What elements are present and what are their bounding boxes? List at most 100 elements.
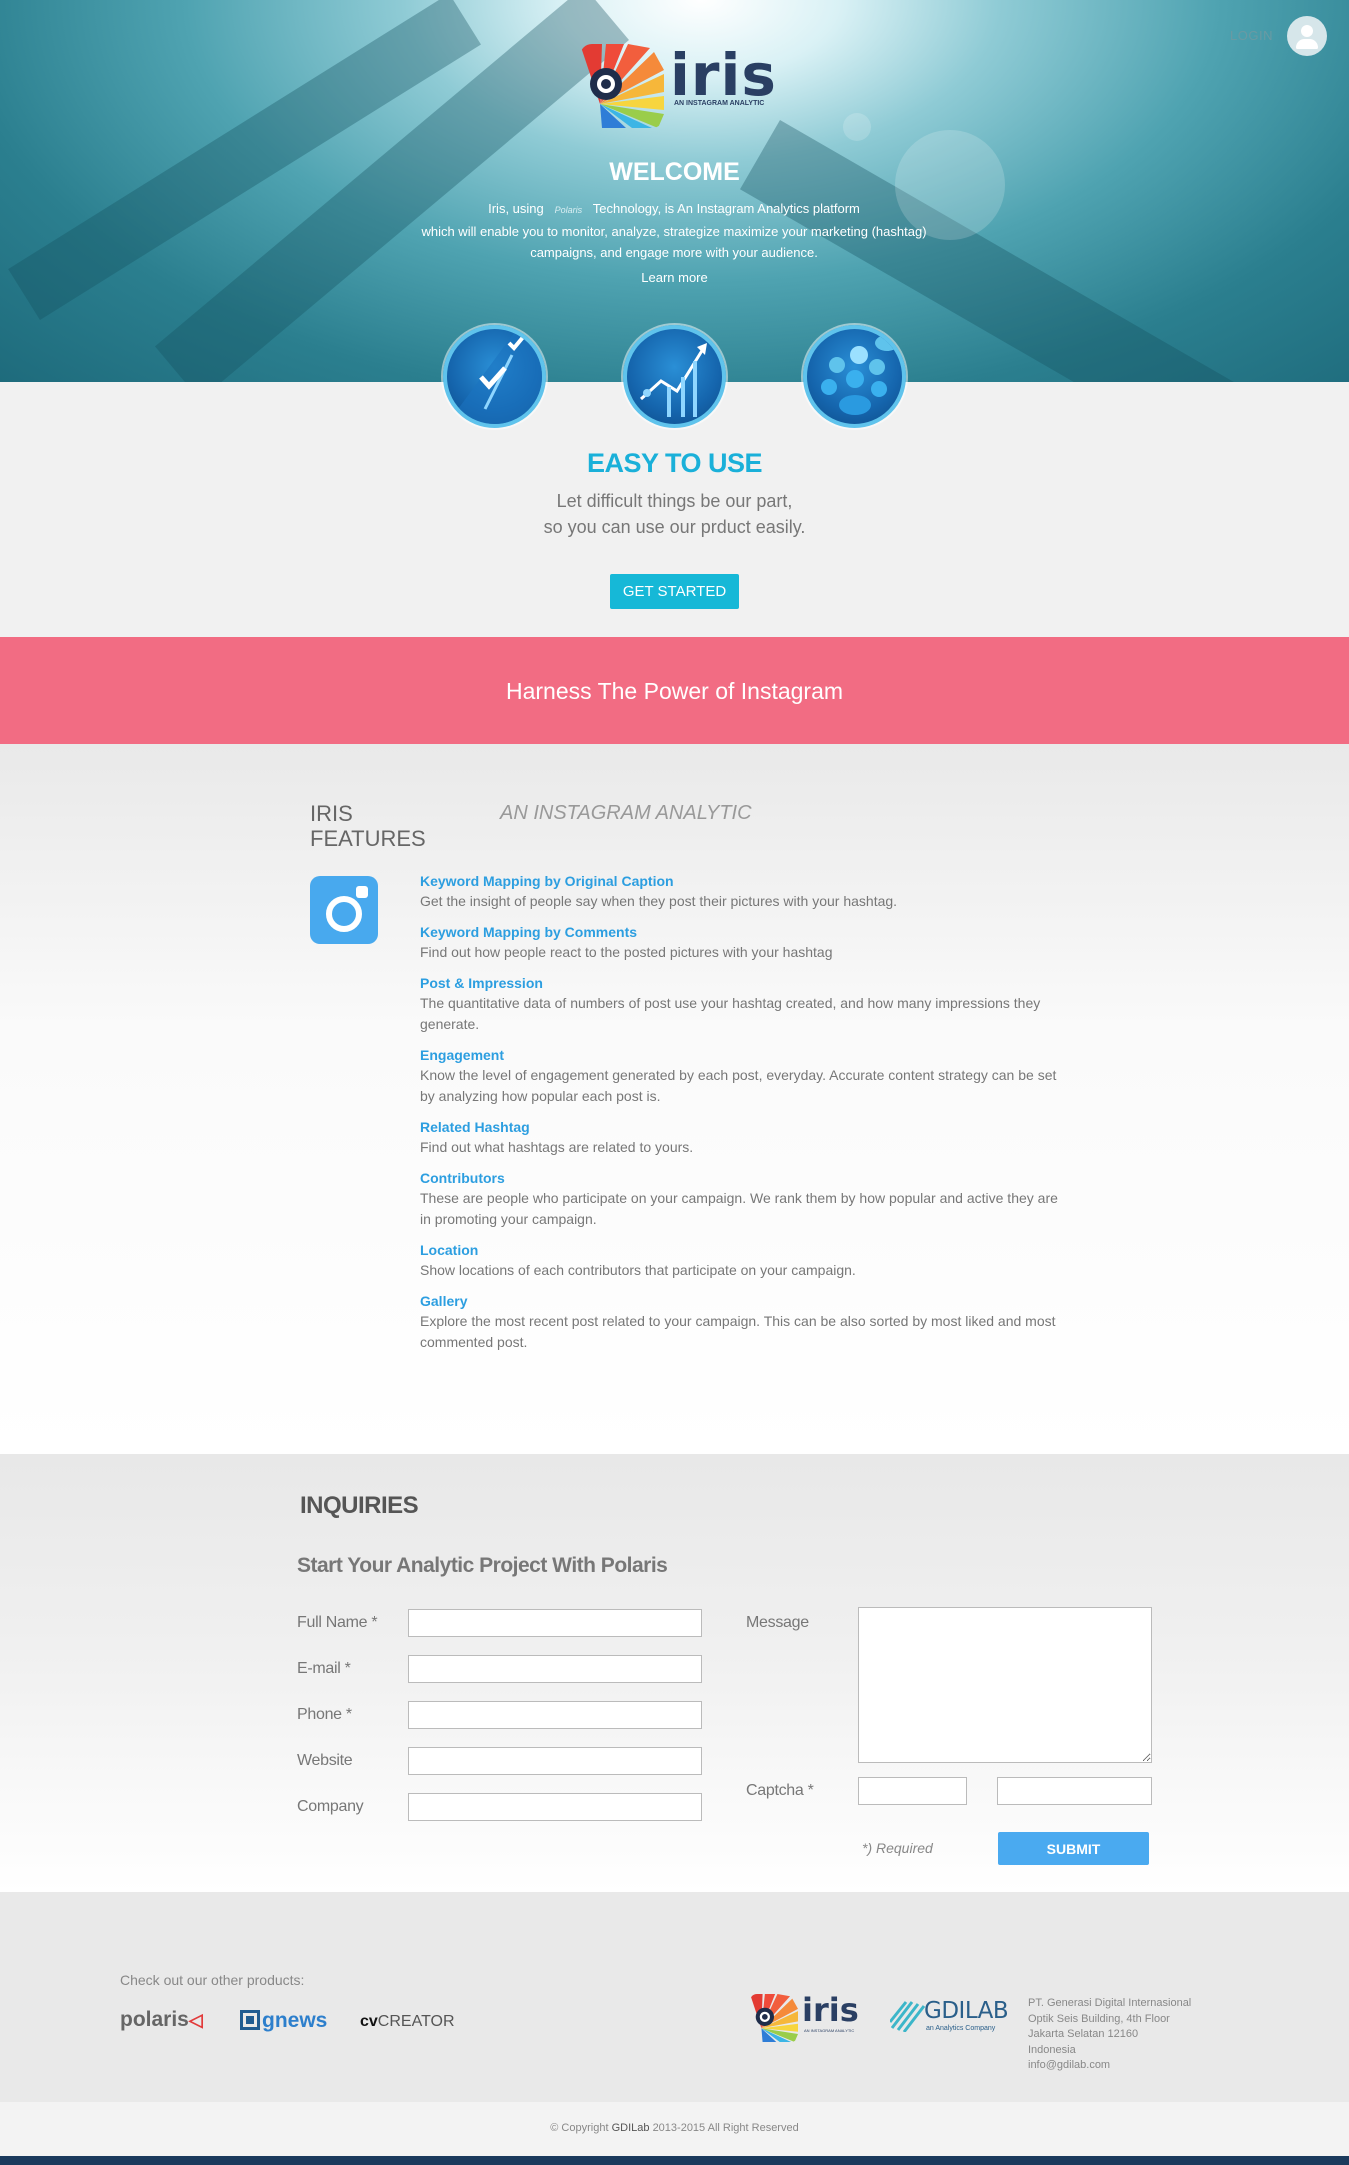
user-avatar-icon[interactable] <box>1287 16 1327 56</box>
feature-description: These are people who participate on your… <box>420 1190 1058 1227</box>
copyright-suffix: 2013-2015 All Right Reserved <box>652 2122 799 2134</box>
cv-wordmark-bold: cv <box>360 2013 378 2030</box>
company-field[interactable] <box>408 1793 702 1821</box>
message-label: Message <box>746 1614 809 1631</box>
get-started-button[interactable]: GET STARTED <box>610 574 739 609</box>
features-heading: IRIS FEATURES <box>310 801 426 851</box>
intro-text-start: Iris, using <box>488 201 544 216</box>
easy-to-use-heading: EASY TO USE <box>586 448 763 478</box>
feature-list: Keyword Mapping by Original Caption Get t… <box>420 872 1060 1364</box>
polaris-wordmark: polaris <box>120 2008 189 2031</box>
feature-description: Find out how people react to the posted … <box>420 944 833 960</box>
polaris-product-link[interactable]: polaris◁ <box>120 2008 203 2032</box>
copyright-text: © Copyright GDILab 2013-2015 All Right R… <box>0 2122 1349 2134</box>
contact-email[interactable]: info@gdilab.com <box>1028 2058 1191 2074</box>
banner-title: Harness The Power of Instagram <box>505 678 844 704</box>
feature-item: Engagement Know the level of engagement g… <box>420 1046 1060 1107</box>
feature-item: Keyword Mapping by Original Caption Get t… <box>420 872 1060 912</box>
feature-title[interactable]: Keyword Mapping by Comments <box>420 923 1060 942</box>
instagram-banner: Harness The Power of Instagram <box>0 637 1349 744</box>
phone-field[interactable] <box>408 1701 702 1729</box>
feature-title[interactable]: Post & Impression <box>420 974 1060 993</box>
iris-wordmark: iris <box>670 41 777 109</box>
email-field[interactable] <box>408 1655 702 1683</box>
feature-description: Show locations of each contributors that… <box>420 1262 856 1278</box>
hero-background-bubble <box>843 113 871 141</box>
intro-text-end: Technology, is An Instagram Analytics pl… <box>592 201 860 216</box>
gdilab-wordmark: GDILAB <box>924 1998 1009 2024</box>
features-heading-line1: IRIS <box>310 801 353 826</box>
feature-title[interactable]: Related Hashtag <box>420 1118 1060 1137</box>
address-line: Optik Seis Building, 4th Floor <box>1028 2012 1170 2025</box>
gdilab-logo[interactable]: GDILAB an Analytics Company <box>890 1996 1009 2036</box>
intro-text-line2: which will enable you to monitor, analyz… <box>421 224 927 239</box>
feature-title[interactable]: Gallery <box>420 1292 1060 1311</box>
feature-title[interactable]: Contributors <box>420 1169 1060 1188</box>
learn-more-link[interactable]: Learn more <box>0 270 1349 285</box>
gnews-product-link[interactable]: gnews <box>240 2009 327 2033</box>
easy-subtitle-line2: so you can use our prduct easily. <box>543 517 806 537</box>
features-section: IRIS FEATURES AN INSTAGRAM ANALYTIC Keyw… <box>0 744 1349 1454</box>
community-icon <box>803 325 906 428</box>
feature-item: Location Show locations of each contribut… <box>420 1241 1060 1281</box>
address-line: Indonesia <box>1028 2043 1076 2056</box>
email-label: E-mail * <box>297 1660 351 1677</box>
footer-iris-tagline: AN INSTAGRAM ANALYTIC <box>804 2028 855 2033</box>
footer-iris-wordmark: iris <box>802 1991 859 2029</box>
full-name-label: Full Name * <box>297 1614 378 1631</box>
feature-description: Get the insight of people say when they … <box>420 893 898 909</box>
inquiries-subtitle: Start Your Analytic Project With Polaris <box>297 1554 668 1577</box>
website-field[interactable] <box>408 1747 702 1775</box>
website-label: Website <box>297 1752 353 1769</box>
feature-description: Explore the most recent post related to … <box>420 1313 1056 1350</box>
feature-item: Gallery Explore the most recent post rela… <box>420 1292 1060 1353</box>
feature-item: Keyword Mapping by Comments Find out how … <box>420 923 1060 963</box>
full-name-field[interactable] <box>408 1609 702 1637</box>
company-label: Company <box>297 1798 364 1815</box>
address-line: PT. Generasi Digital Internasional <box>1028 1997 1192 2009</box>
company-address: PT. Generasi Digital Internasional Optik… <box>1028 1996 1191 2074</box>
iris-fan-icon <box>580 44 664 128</box>
feature-title[interactable]: Keyword Mapping by Original Caption <box>420 872 1060 891</box>
instagram-icon <box>310 876 378 944</box>
captcha-field[interactable] <box>997 1777 1152 1805</box>
features-tagline: AN INSTAGRAM ANALYTIC <box>500 802 752 824</box>
message-field[interactable] <box>858 1607 1152 1763</box>
hero-intro-text: Iris, using Polaris Technology, is An In… <box>374 198 974 263</box>
copyright-brand: GDILab <box>611 2122 650 2134</box>
gnews-wordmark: gnews <box>262 2009 328 2032</box>
feature-description: Find out what hashtags are related to yo… <box>420 1139 694 1155</box>
growth-chart-icon <box>623 325 726 428</box>
footer: Check out our other products: polaris◁ g… <box>0 1892 1349 2102</box>
login-link[interactable]: LOGIN <box>1230 28 1273 43</box>
captcha-image <box>858 1777 967 1805</box>
phone-label: Phone * <box>297 1706 352 1723</box>
footer-iris-logo[interactable]: iris AN INSTAGRAM ANALYTIC <box>750 1994 862 2044</box>
feature-title[interactable]: Engagement <box>420 1046 1060 1065</box>
cvcreator-product-link[interactable]: cvCREATOR <box>360 2013 455 2031</box>
submit-button[interactable]: SUBMIT <box>998 1832 1149 1865</box>
inquiries-section: INQUIRIES Start Your Analytic Project Wi… <box>0 1454 1349 1892</box>
required-note: *) Required <box>862 1840 933 1856</box>
bottom-accent-bar <box>0 2156 1349 2165</box>
feature-item: Post & Impression The quantitative data o… <box>420 974 1060 1035</box>
welcome-heading: WELCOME <box>609 158 740 186</box>
iris-logo[interactable]: iris AN INSTAGRAM ANALYTIC <box>580 41 777 130</box>
other-products-label: Check out our other products: <box>120 1972 305 1988</box>
feature-title[interactable]: Location <box>420 1241 1060 1260</box>
feature-item: Related Hashtag Find out what hashtags ar… <box>420 1118 1060 1158</box>
captcha-label: Captcha * <box>746 1782 814 1799</box>
intro-text-line3: campaigns, and engage more with your aud… <box>530 245 818 260</box>
feature-description: Know the level of engagement generated b… <box>420 1067 1057 1104</box>
cv-wordmark-rest: CREATOR <box>377 2013 455 2030</box>
gdilab-stripes-icon <box>890 2001 926 2032</box>
feature-item: Contributors These are people who partici… <box>420 1169 1060 1230</box>
checkmark-icon <box>443 325 546 428</box>
polaris-mini-logo: Polaris <box>554 205 583 215</box>
easy-to-use-subtitle: Let difficult things be our part, so you… <box>0 488 1349 540</box>
iris-tagline: AN INSTAGRAM ANALYTIC <box>674 100 765 107</box>
inquiries-heading: INQUIRIES <box>300 1492 419 1519</box>
copyright-prefix: © Copyright <box>550 2122 609 2134</box>
feature-description: The quantitative data of numbers of post… <box>420 995 1041 1032</box>
iris-fan-icon <box>750 1994 798 2042</box>
